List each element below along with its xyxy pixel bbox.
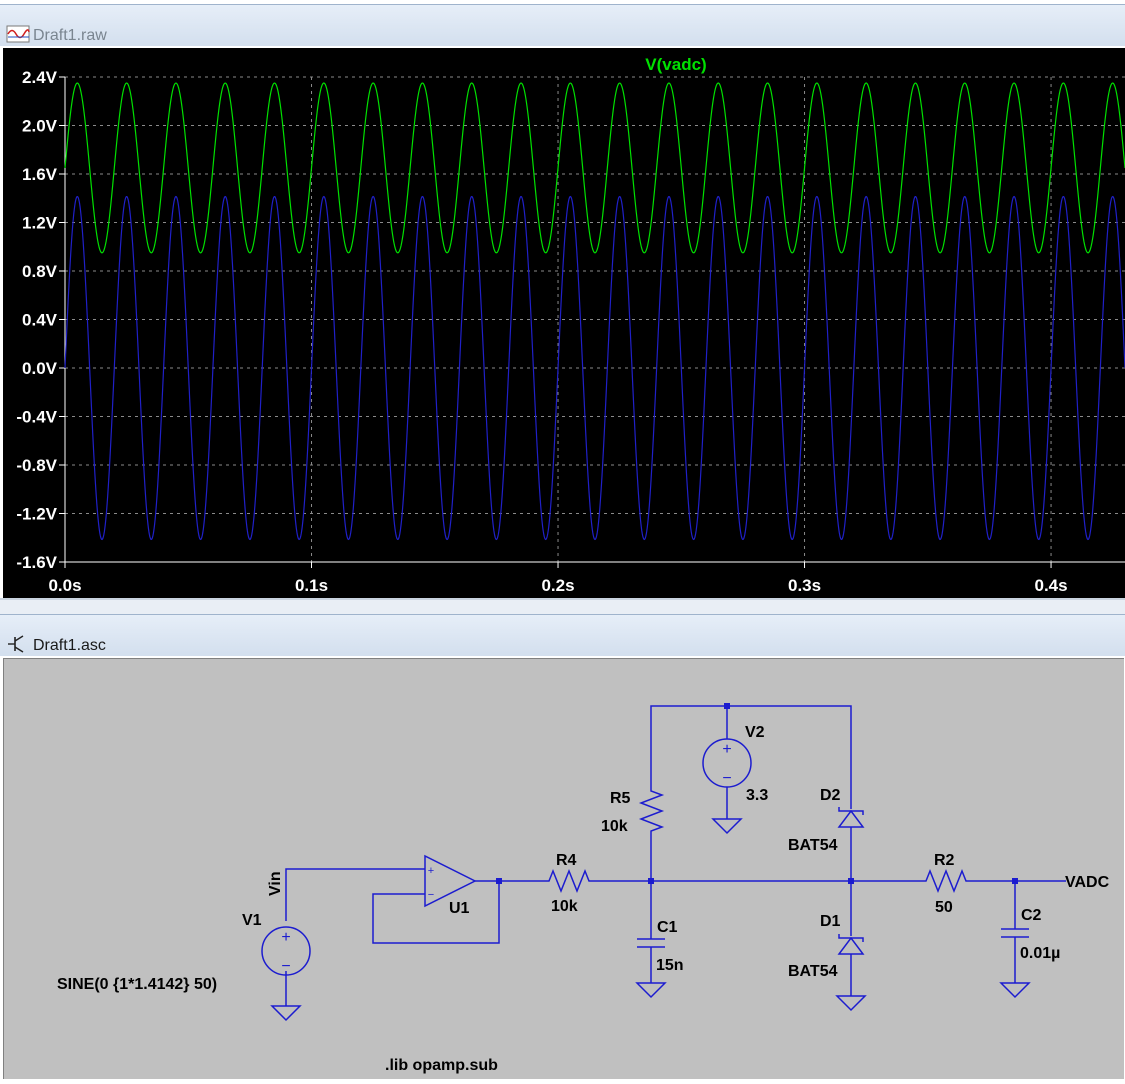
ground-c1 — [635, 982, 667, 999]
label-r2-value[interactable]: 50 — [935, 899, 953, 916]
plot-traces — [64, 82, 1125, 541]
label-v1-value[interactable]: SINE(0 {1*1.4142} 50) — [57, 976, 217, 993]
x-axis-ticks: 0.0s 0.1s 0.2s 0.3s 0.4s — [48, 562, 1068, 595]
label-v2[interactable]: V2 — [745, 724, 765, 741]
trace-vadc[interactable] — [64, 82, 1125, 254]
r5-resistor[interactable] — [638, 786, 665, 881]
label-vin[interactable]: Vin — [267, 871, 284, 896]
transistor-icon — [6, 634, 30, 654]
waveform-icon — [6, 24, 30, 44]
r4-resistor[interactable] — [544, 868, 594, 894]
y-tick-label: -1.2V — [16, 505, 57, 524]
wire-feedback[interactable] — [372, 881, 500, 944]
d2-diode[interactable] — [837, 807, 865, 828]
y-tick-label: 2.0V — [22, 117, 58, 136]
label-d1[interactable]: D1 — [820, 913, 841, 930]
v1-plus: + — [281, 929, 290, 946]
plot-axes — [64, 77, 1125, 563]
u1-minus: − — [428, 889, 434, 901]
x-tick-label: 0.0s — [48, 576, 81, 595]
label-c2-value[interactable]: 0.01µ — [1020, 945, 1060, 962]
label-d2-value[interactable]: BAT54 — [788, 837, 838, 854]
junction-node2 — [848, 878, 854, 884]
label-r5[interactable]: R5 — [610, 790, 631, 807]
v2-plus: + — [722, 741, 731, 758]
y-tick-label: 0.4V — [22, 311, 58, 330]
label-u1[interactable]: U1 — [449, 900, 470, 917]
label-v2-value[interactable]: 3.3 — [746, 787, 768, 804]
d1-diode[interactable] — [837, 934, 865, 955]
y-tick-label: -1.6V — [16, 553, 57, 572]
plot-grid — [65, 76, 1125, 563]
label-c1-value[interactable]: 15n — [656, 957, 684, 974]
label-v1[interactable]: V1 — [242, 912, 262, 929]
label-c1[interactable]: C1 — [657, 919, 678, 936]
x-tick-label: 0.3s — [788, 576, 821, 595]
label-r5-value[interactable]: 10k — [601, 818, 628, 835]
y-tick-label: 0.0V — [22, 359, 58, 378]
y-tick-label: 2.4V — [22, 68, 58, 87]
x-tick-label: 0.4s — [1034, 576, 1067, 595]
label-r4-value[interactable]: 10k — [551, 898, 578, 915]
y-tick-label: 1.6V — [22, 165, 58, 184]
label-d2[interactable]: D2 — [820, 787, 841, 804]
label-r4[interactable]: R4 — [556, 852, 577, 869]
label-d1-value[interactable]: BAT54 — [788, 963, 838, 980]
ground-c2 — [999, 982, 1031, 999]
y-tick-label: -0.8V — [16, 456, 57, 475]
spice-directive[interactable]: .lib opamp.sub — [385, 1057, 498, 1074]
y-tick-label: 1.2V — [22, 214, 58, 233]
junction-vadc — [1012, 878, 1018, 884]
y-axis-ticks: 2.4V 2.0V 1.6V 1.2V 0.8V 0.4V 0.0V -0.4V -0.8V -1… — [16, 68, 65, 572]
waveform-window-titlebar[interactable]: Draft1.raw — [0, 4, 1125, 46]
schematic-window-titlebar[interactable]: Draft1.asc — [0, 614, 1125, 656]
ground-d1 — [835, 995, 867, 1012]
junction-node1 — [648, 878, 654, 884]
v1-minus: − — [281, 958, 290, 975]
waveform-plot[interactable]: 2.4V 2.0V 1.6V 1.2V 0.8V 0.4V 0.0V -0.4V -0.8V -1… — [3, 48, 1125, 598]
x-tick-label: 0.2s — [541, 576, 574, 595]
schematic-window-title: Draft1.asc — [33, 637, 106, 654]
label-r2[interactable]: R2 — [934, 852, 955, 869]
wire-vin[interactable] — [285, 868, 425, 921]
trace-secondary[interactable] — [64, 195, 1125, 541]
r2-resistor[interactable] — [921, 868, 971, 894]
trace-label-vadc[interactable]: V(vadc) — [645, 55, 706, 74]
y-tick-label: -0.4V — [16, 408, 57, 427]
y-tick-label: 0.8V — [22, 262, 58, 281]
v2-minus: − — [722, 770, 731, 787]
ground-v1 — [270, 1005, 302, 1022]
label-c2[interactable]: C2 — [1021, 907, 1042, 924]
junction-v2-rail — [724, 703, 730, 709]
ground-v2 — [711, 818, 743, 835]
label-vadc[interactable]: VADC — [1065, 874, 1110, 891]
u1-plus: + — [428, 865, 434, 877]
schematic-canvas[interactable]: + − + − + − Vin V1 SINE(0 {1*1.4142} 50)… — [3, 658, 1124, 1079]
x-tick-label: 0.1s — [295, 576, 328, 595]
junction-u1-out — [496, 878, 502, 884]
waveform-window-title: Draft1.raw — [33, 27, 107, 44]
window-separator[interactable] — [0, 598, 1125, 614]
